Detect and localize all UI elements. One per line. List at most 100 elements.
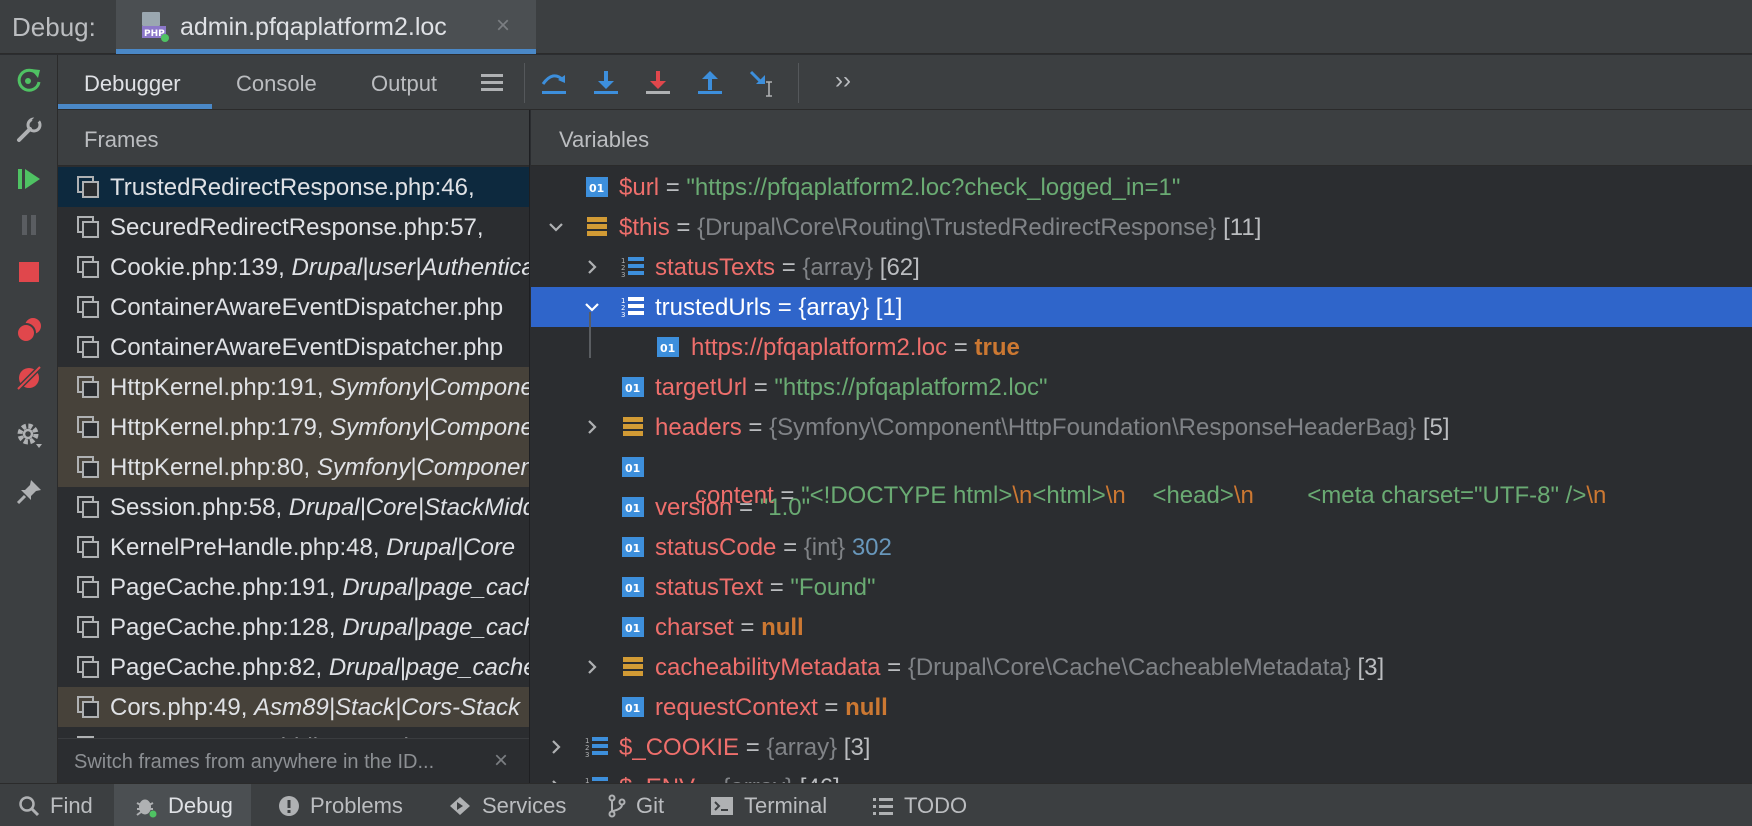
tab-output[interactable]: Output: [371, 71, 437, 97]
step-over-icon[interactable]: [536, 65, 572, 101]
variable-type: {array}: [766, 734, 838, 761]
more-actions-button[interactable]: ››: [835, 67, 851, 95]
variable-row-charset[interactable]: 01 charset = null: [531, 607, 1752, 647]
variable-row-version[interactable]: 01 version = "1.0": [531, 487, 1752, 527]
variable-row-trusted-url-item[interactable]: 01 https://pfqaplatform2.loc = true: [531, 327, 1752, 367]
frame-location: Session.php:58,: [110, 494, 289, 521]
stack-frame-icon: [76, 415, 100, 439]
frame-row[interactable]: TrustedRedirectResponse.php:46,: [58, 167, 529, 207]
frame-location: ContainerAwareEventDispatcher.php: [110, 334, 504, 361]
frame-row[interactable]: Session.php:58, Drupal|Core|StackMiddlew…: [58, 487, 529, 527]
tab-debugger[interactable]: Debugger: [84, 71, 181, 97]
variable-row-url[interactable]: 01 $url = "https://pfqaplatform2.loc?che…: [531, 167, 1752, 207]
view-breakpoints-icon[interactable]: [12, 313, 46, 347]
variable-value: null: [845, 694, 888, 721]
problems-label: Problems: [310, 792, 403, 818]
equals-sign: =: [947, 334, 975, 361]
variable-row-cacheabilityMetadata[interactable]: cacheabilityMetadata = {Drupal\Core\Cach…: [531, 647, 1752, 687]
frame-row[interactable]: HttpKernel.php:80, Symfony|Component: [58, 447, 529, 487]
frame-row[interactable]: KernelPreHandle.php:48, Drupal|Core: [58, 527, 529, 567]
problems-tool-button[interactable]: Problems: [278, 784, 403, 826]
field-icon: 01: [622, 377, 644, 397]
variable-row-env[interactable]: 1 $_ENV = {array} [46]: [531, 767, 1752, 783]
stop-icon[interactable]: [12, 255, 46, 289]
variable-row-statusTexts[interactable]: 123 statusTexts = {array} [62]: [531, 247, 1752, 287]
frame-row[interactable]: HttpKernel.php:191, Symfony|Component: [58, 367, 529, 407]
frame-row[interactable]: PageCache.php:128, Drupal|page_cache: [58, 607, 529, 647]
chevron-right-icon[interactable]: [581, 656, 603, 678]
frame-location: Cookie.php:139,: [110, 254, 292, 281]
variable-count: [46]: [793, 774, 840, 783]
todo-label: TODO: [904, 792, 968, 818]
find-tool-button[interactable]: Find: [18, 784, 93, 826]
frame-row[interactable]: Cookie.php:139, Drupal|user|Authenticati…: [58, 247, 529, 287]
variables-header: Variables: [531, 110, 1752, 166]
chevron-down-icon[interactable]: [581, 296, 603, 318]
frame-row[interactable]: SecuredRedirectResponse.php:57,: [58, 207, 529, 247]
chevron-right-icon[interactable]: [545, 776, 567, 783]
resume-icon[interactable]: [12, 162, 46, 196]
todo-tool-button[interactable]: TODO: [872, 784, 967, 826]
chevron-right-icon[interactable]: [581, 256, 603, 278]
force-step-into-icon[interactable]: [640, 65, 676, 101]
close-tab-icon[interactable]: ×: [496, 12, 510, 40]
variable-count: [62]: [873, 254, 920, 281]
terminal-tool-button[interactable]: Terminal: [710, 784, 827, 826]
equals-sign: =: [659, 174, 687, 201]
frame-row[interactable]: PageCache.php:191, Drupal|page_cache: [58, 567, 529, 607]
frames-panel: Frames TrustedRedirectResponse.php:46, Se…: [58, 110, 530, 783]
frame-row[interactable]: ContainerAwareEventDispatcher.php: [58, 327, 529, 367]
chevron-right-icon[interactable]: [581, 416, 603, 438]
variable-row-statusText[interactable]: 01 statusText = "Found": [531, 567, 1752, 607]
frame-namespace: Asm89|Stack|Cors-Stack: [254, 694, 520, 721]
chevron-down-icon[interactable]: [545, 216, 567, 238]
settings-icon[interactable]: [12, 418, 46, 452]
services-tool-button[interactable]: Services: [448, 784, 566, 826]
pause-icon[interactable]: [12, 208, 46, 242]
chevron-right-icon[interactable]: [545, 736, 567, 758]
variable-row-targetUrl[interactable]: 01 targetUrl = "https://pfqaplatform2.lo…: [531, 367, 1752, 407]
tab-console[interactable]: Console: [236, 71, 317, 97]
equals-sign: =: [741, 414, 770, 441]
frame-namespace: Drupal|page_cache: [328, 654, 530, 681]
variable-value: "1.0": [759, 494, 811, 521]
variable-row-cookie[interactable]: 123 $_COOKIE = {array} [3]: [531, 727, 1752, 767]
variable-name: cacheabilityMetadata: [655, 654, 881, 681]
variables-title: Variables: [559, 127, 650, 152]
field-icon: 01: [622, 497, 644, 517]
equals-sign: =: [775, 254, 803, 281]
git-tool-button[interactable]: Git: [608, 784, 664, 826]
variable-row-trustedUrls[interactable]: 123 trustedUrls = {array} [1]: [531, 287, 1752, 327]
variable-row-headers[interactable]: headers = {Symfony\Component\HttpFoundat…: [531, 407, 1752, 447]
search-icon: [19, 795, 40, 816]
run-to-cursor-icon[interactable]: [744, 65, 780, 101]
variable-row-this[interactable]: $this = {Drupal\Core\Routing\TrustedRedi…: [531, 207, 1752, 247]
svg-text:01: 01: [625, 462, 640, 475]
tool-window-bar: Find Debug Problems Services Git Termina…: [0, 783, 1752, 826]
pin-icon[interactable]: [12, 475, 46, 509]
wrench-icon[interactable]: [12, 113, 46, 147]
field-icon: 01: [622, 457, 644, 477]
stack-frame-icon: [76, 375, 100, 399]
stack-frame-icon: [76, 495, 100, 519]
frame-location: PageCache.php:191,: [110, 574, 343, 601]
object-icon: [623, 417, 643, 436]
frame-row[interactable]: PageCache.php:82, Drupal|page_cache: [58, 647, 530, 687]
step-into-icon[interactable]: [588, 65, 624, 101]
step-out-icon[interactable]: [692, 65, 728, 101]
frame-row[interactable]: ContainerAwareEventDispatcher.php: [58, 287, 529, 327]
frame-row[interactable]: HttpKernel.php:179, Symfony|Component: [58, 407, 529, 447]
restore-layout-icon[interactable]: [474, 65, 510, 101]
mute-breakpoints-icon[interactable]: [12, 361, 46, 395]
debug-tool-button[interactable]: Debug: [114, 784, 251, 826]
frame-row[interactable]: Cors.php:49, Asm89|Stack|Cors-Stack: [58, 687, 529, 727]
variable-row-content[interactable]: 01 content = "<!DOCTYPE html>\n<html>\n …: [531, 447, 1752, 509]
variable-name: targetUrl: [655, 374, 748, 401]
variable-row-statusCode[interactable]: 01 statusCode = {int} 302: [531, 527, 1752, 567]
variable-row-requestContext[interactable]: 01 requestContext = null: [531, 687, 1752, 727]
array-icon: 1: [585, 777, 608, 783]
debug-session-tab[interactable]: PHP admin.pfqaplatform2.loc ×: [116, 0, 536, 54]
rerun-icon[interactable]: [12, 63, 46, 97]
services-label: Services: [482, 792, 567, 818]
close-hint-icon[interactable]: ×: [494, 747, 508, 775]
